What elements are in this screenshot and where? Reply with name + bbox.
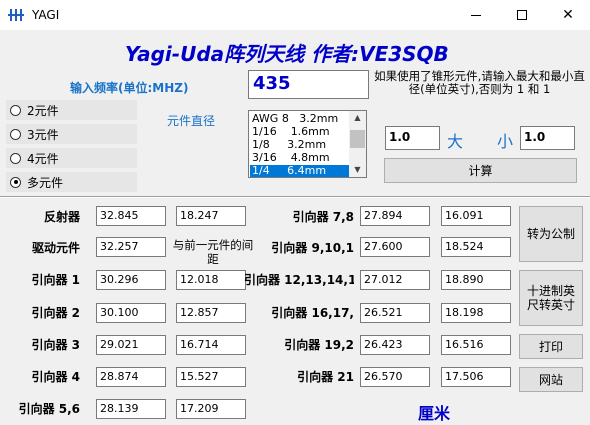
scroll-thumb[interactable]: [350, 130, 365, 148]
radio-label: 多元件: [27, 175, 64, 190]
radio-button-selected[interactable]: [10, 176, 21, 188]
director-5-6-label: 引向器 5,6: [18, 402, 80, 416]
radio-label: 3元件: [27, 127, 59, 142]
close-button[interactable]: ✕: [545, 0, 590, 30]
director-4-label: 引向器 4: [31, 370, 80, 384]
radio-multi-elements[interactable]: 多元件: [6, 172, 137, 192]
listbox-item-selected[interactable]: 1/4 6.4mm: [250, 165, 350, 177]
cone-note: 如果使用了锥形元件,请输入最大和最小直径(单位英寸),否则为 1 和 1: [374, 69, 585, 96]
print-button[interactable]: 打印: [519, 334, 583, 359]
cone-min-label: 小: [497, 132, 514, 151]
reflector-label: 反射器: [43, 210, 80, 224]
director-2-label: 引向器 2: [31, 306, 80, 320]
radio-2-elements[interactable]: 2元件: [6, 100, 137, 120]
title-bar: YAGI ✕: [0, 0, 590, 30]
scroll-up-icon[interactable]: ▲: [349, 111, 366, 125]
director-9-11-length[interactable]: 27.600: [360, 237, 430, 257]
calculate-button[interactable]: 计算: [384, 158, 577, 183]
radio-button[interactable]: [10, 128, 21, 140]
director-1-length[interactable]: 30.296: [96, 270, 166, 290]
listbox-scrollbar[interactable]: ▲ ▼: [349, 111, 366, 177]
director-5-6-length[interactable]: 28.139: [96, 399, 166, 419]
decimal-inch-button[interactable]: 十进制英尺转英寸: [519, 270, 583, 326]
director-16-18-length[interactable]: 26.521: [360, 303, 430, 323]
unit-label: 厘米: [418, 404, 451, 423]
spacing-note: 与前一元件的间距: [172, 238, 254, 266]
driven-element-length[interactable]: 32.257: [96, 237, 166, 257]
driven-element-label: 驱动元件: [31, 241, 80, 255]
director-4-length[interactable]: 28.874: [96, 367, 166, 387]
yagi-antenna-icon: [8, 9, 24, 21]
director-7-8-spacing[interactable]: 16.091: [441, 206, 511, 226]
director-2-length[interactable]: 30.100: [96, 303, 166, 323]
radio-button[interactable]: [10, 152, 21, 164]
director-7-8-length[interactable]: 27.894: [360, 206, 430, 226]
to-metric-button[interactable]: 转为公制: [519, 206, 583, 262]
radio-3-elements[interactable]: 3元件: [6, 124, 137, 144]
listbox-item[interactable]: 1/16 1.6mm: [250, 126, 350, 138]
director-12-15-spacing[interactable]: 18.890: [441, 270, 511, 290]
director-7-8-label: 引向器 7,8: [292, 210, 354, 224]
listbox-item[interactable]: AWG 8 3.2mm: [250, 113, 350, 125]
app-title: Yagi-Uda阵列天线 作者:VE3SQB: [125, 42, 449, 66]
minimize-button[interactable]: [453, 0, 499, 30]
maximize-button[interactable]: [499, 0, 545, 30]
director-16-18-spacing[interactable]: 18.198: [441, 303, 511, 323]
diameter-listbox[interactable]: AWG 8 3.2mm 1/16 1.6mm 1/8 3.2mm 3/16 4.…: [248, 110, 367, 178]
radio-button[interactable]: [10, 104, 21, 116]
cone-max-input[interactable]: 1.0: [385, 126, 440, 150]
director-1-spacing[interactable]: 12.018: [176, 270, 246, 290]
director-19-20-label: 引向器 19,2: [284, 338, 354, 352]
element-diameter-label: 元件直径: [167, 114, 216, 128]
frequency-input[interactable]: 435: [248, 70, 369, 99]
director-3-label: 引向器 3: [31, 338, 80, 352]
director-4-spacing[interactable]: 15.527: [176, 367, 246, 387]
reflector-length[interactable]: 32.845: [96, 206, 166, 226]
director-19-20-length[interactable]: 26.423: [360, 335, 430, 355]
director-1-label: 引向器 1: [31, 273, 80, 287]
director-3-length[interactable]: 29.021: [96, 335, 166, 355]
director-5-6-spacing[interactable]: 17.209: [176, 399, 246, 419]
director-21-spacing[interactable]: 17.506: [441, 367, 511, 387]
director-9-11-label: 引向器 9,10,1: [271, 241, 354, 255]
director-21-length[interactable]: 26.570: [360, 367, 430, 387]
radio-label: 2元件: [27, 103, 59, 118]
reflector-spacing[interactable]: 18.247: [176, 206, 246, 226]
director-2-spacing[interactable]: 12.857: [176, 303, 246, 323]
director-16-18-label: 引向器 16,17,: [271, 306, 354, 320]
cone-max-label: 大: [447, 132, 464, 151]
listbox-item[interactable]: 3/16 4.8mm: [250, 152, 350, 164]
director-19-20-spacing[interactable]: 16.516: [441, 335, 511, 355]
frequency-label: 输入频率(单位:MHZ): [70, 81, 189, 95]
director-21-label: 引向器 21: [297, 370, 354, 384]
director-3-spacing[interactable]: 16.714: [176, 335, 246, 355]
divider: [0, 196, 590, 198]
director-12-15-length[interactable]: 27.012: [360, 270, 430, 290]
cone-min-input[interactable]: 1.0: [520, 126, 575, 150]
director-9-11-spacing[interactable]: 18.524: [441, 237, 511, 257]
director-12-15-label: 引向器 12,13,14,1: [244, 273, 354, 287]
scroll-down-icon[interactable]: ▼: [349, 163, 366, 177]
radio-label: 4元件: [27, 151, 59, 166]
window-title: YAGI: [32, 8, 60, 22]
radio-4-elements[interactable]: 4元件: [6, 148, 137, 168]
website-button[interactable]: 网站: [519, 367, 583, 392]
listbox-item[interactable]: 1/8 3.2mm: [250, 139, 350, 151]
